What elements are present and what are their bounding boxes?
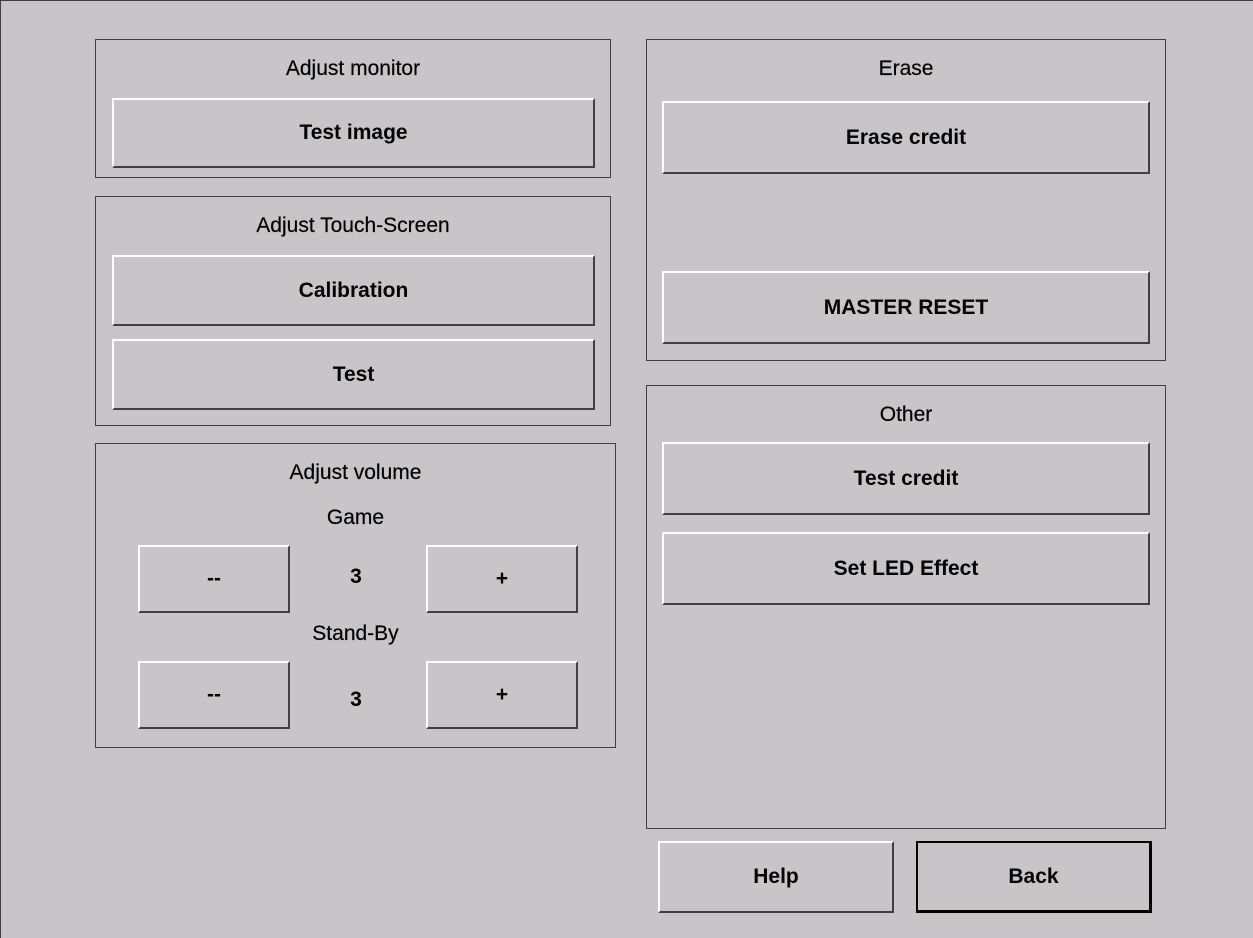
calibration-button[interactable]: Calibration [112, 255, 595, 326]
standby-volume-decrease-button[interactable]: -- [138, 661, 290, 729]
game-volume-decrease-button[interactable]: -- [138, 545, 290, 613]
adjust-volume-title: Adjust volume [289, 461, 422, 484]
master-reset-button[interactable]: MASTER RESET [662, 271, 1150, 344]
standby-volume-increase-button[interactable]: + [426, 661, 578, 729]
adjust-touchscreen-title: Adjust Touch-Screen [256, 214, 450, 237]
erase-credit-button[interactable]: Erase credit [662, 101, 1150, 174]
other-panel: Other Test credit Set LED Effect [646, 385, 1166, 829]
test-credit-button[interactable]: Test credit [662, 442, 1150, 515]
standby-volume-value: 3 [350, 688, 362, 711]
other-title: Other [879, 403, 933, 426]
touch-test-button[interactable]: Test [112, 339, 595, 410]
erase-panel: Erase Erase credit MASTER RESET [646, 39, 1166, 361]
game-volume-increase-button[interactable]: + [426, 545, 578, 613]
help-button[interactable]: Help [658, 841, 894, 913]
game-volume-value: 3 [350, 565, 362, 588]
test-image-button[interactable]: Test image [112, 98, 595, 168]
adjust-monitor-title: Adjust monitor [285, 57, 421, 80]
back-button[interactable]: Back [916, 841, 1152, 913]
standby-volume-label: Stand-By [312, 622, 399, 645]
game-volume-label: Game [326, 506, 385, 529]
set-led-effect-button[interactable]: Set LED Effect [662, 532, 1150, 605]
erase-title: Erase [878, 57, 934, 80]
adjust-touchscreen-panel: Adjust Touch-Screen Calibration Test [95, 196, 611, 426]
service-menu-screen: Adjust monitor Test image Adjust Touch-S… [0, 0, 1253, 938]
adjust-volume-panel: Adjust volume Game -- 3 + Stand-By -- 3 … [95, 443, 616, 748]
adjust-monitor-panel: Adjust monitor Test image [95, 39, 611, 178]
